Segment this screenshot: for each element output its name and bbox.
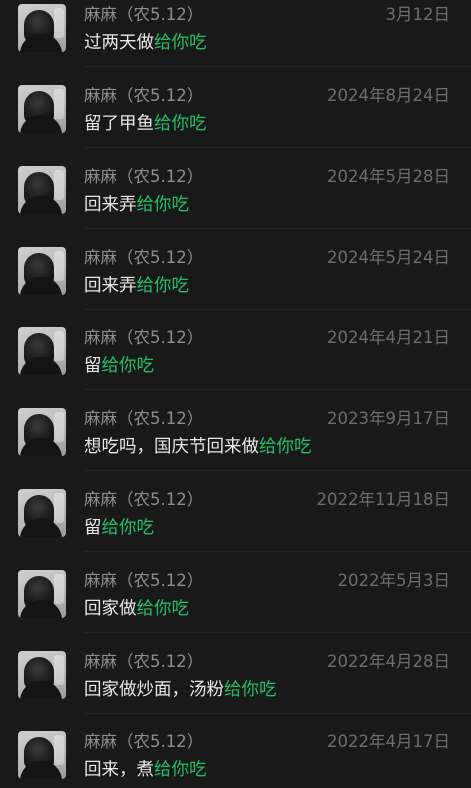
contact-name: 麻麻（农5.12）: [84, 571, 204, 590]
search-result-list: 麻麻（农5.12） 3月12日 过两天做给你吃 麻麻（农5.12） 2024年8…: [0, 0, 471, 788]
keyword-highlight: 给你吃: [136, 599, 190, 619]
message-date: 2022年4月17日: [327, 732, 450, 751]
avatar: [18, 327, 66, 375]
keyword-highlight: 给你吃: [136, 195, 190, 215]
avatar: [18, 731, 66, 779]
message-preview: 回来弄给你吃: [84, 191, 189, 216]
message-date: 2024年8月24日: [327, 86, 450, 105]
keyword-highlight: 给你吃: [154, 114, 207, 134]
message-text: 想吃吗，国庆节回来做: [84, 437, 259, 457]
divider: [84, 228, 471, 229]
message-preview: 留给你吃: [84, 352, 154, 377]
message-text: 回家做炒面，汤粉: [84, 680, 224, 700]
chat-result-item[interactable]: 麻麻（农5.12） 2024年8月24日 留了甲鱼给你吃: [0, 76, 471, 156]
message-text: 留: [84, 356, 102, 376]
chat-result-item[interactable]: 麻麻（农5.12） 2023年9月17日 想吃吗，国庆节回来做给你吃: [0, 399, 471, 479]
message-text: 回来，煮: [84, 760, 154, 780]
message-preview: 回来，煮给你吃: [84, 756, 207, 781]
avatar: [18, 4, 66, 52]
message-text: 回家做: [84, 599, 137, 619]
chat-result-item[interactable]: 麻麻（农5.12） 2022年4月17日 回来，煮给你吃: [0, 722, 471, 788]
message-date: 3月12日: [385, 5, 451, 24]
contact-name: 麻麻（农5.12）: [84, 328, 204, 347]
chat-result-item[interactable]: 麻麻（农5.12） 2024年4月21日 留给你吃: [0, 318, 471, 398]
contact-name: 麻麻（农5.12）: [84, 490, 204, 509]
chat-result-item[interactable]: 麻麻（农5.12） 3月12日 过两天做给你吃: [0, 0, 471, 75]
message-text: 回来弄: [84, 195, 137, 215]
contact-name: 麻麻（农5.12）: [84, 248, 204, 267]
message-text: 回来弄: [84, 276, 137, 296]
keyword-highlight: 给你吃: [154, 760, 207, 780]
keyword-highlight: 给你吃: [136, 276, 190, 296]
avatar: [18, 247, 66, 295]
contact-name: 麻麻（农5.12）: [84, 652, 204, 671]
message-text: 过两天做: [84, 33, 154, 53]
chat-result-item[interactable]: 麻麻（农5.12） 2022年5月3日 回家做给你吃: [0, 561, 471, 641]
avatar: [18, 570, 66, 618]
message-text: 留: [84, 518, 102, 538]
divider: [84, 632, 471, 633]
contact-name: 麻麻（农5.12）: [84, 167, 204, 186]
message-preview: 回家做炒面，汤粉给你吃: [84, 676, 277, 701]
avatar: [18, 85, 66, 133]
message-preview: 过两天做给你吃: [84, 29, 207, 54]
divider: [84, 713, 471, 714]
avatar: [18, 651, 66, 699]
message-preview: 回来弄给你吃: [84, 272, 189, 297]
message-date: 2023年9月17日: [327, 409, 450, 428]
message-date: 2022年4月28日: [327, 652, 450, 671]
keyword-highlight: 给你吃: [154, 33, 207, 53]
divider: [84, 551, 471, 552]
divider: [84, 147, 471, 148]
keyword-highlight: 给你吃: [224, 680, 277, 700]
divider: [84, 66, 471, 67]
contact-name: 麻麻（农5.12）: [84, 86, 204, 105]
chat-result-item[interactable]: 麻麻（农5.12） 2022年11月18日 留给你吃: [0, 480, 471, 560]
contact-name: 麻麻（农5.12）: [84, 409, 204, 428]
chat-result-item[interactable]: 麻麻（农5.12） 2022年4月28日 回家做炒面，汤粉给你吃: [0, 642, 471, 722]
message-date: 2024年4月21日: [327, 328, 450, 347]
message-preview: 留给你吃: [84, 514, 154, 539]
chat-result-item[interactable]: 麻麻（农5.12） 2024年5月24日 回来弄给你吃: [0, 238, 471, 318]
keyword-highlight: 给你吃: [259, 437, 312, 457]
contact-name: 麻麻（农5.12）: [84, 732, 204, 751]
divider: [84, 389, 471, 390]
message-date: 2022年11月18日: [316, 490, 450, 509]
keyword-highlight: 给你吃: [101, 518, 155, 538]
divider: [84, 309, 471, 310]
message-date: 2024年5月24日: [327, 248, 450, 267]
contact-name: 麻麻（农5.12）: [84, 5, 204, 24]
divider: [84, 470, 471, 471]
avatar: [18, 489, 66, 537]
message-preview: 回家做给你吃: [84, 595, 189, 620]
avatar: [18, 408, 66, 456]
avatar: [18, 166, 66, 214]
keyword-highlight: 给你吃: [101, 356, 155, 376]
message-text: 留了甲鱼: [84, 114, 154, 134]
message-preview: 留了甲鱼给你吃: [84, 110, 207, 135]
message-date: 2024年5月28日: [327, 167, 450, 186]
chat-result-item[interactable]: 麻麻（农5.12） 2024年5月28日 回来弄给你吃: [0, 157, 471, 237]
message-preview: 想吃吗，国庆节回来做给你吃: [84, 433, 312, 458]
message-date: 2022年5月3日: [337, 571, 451, 590]
